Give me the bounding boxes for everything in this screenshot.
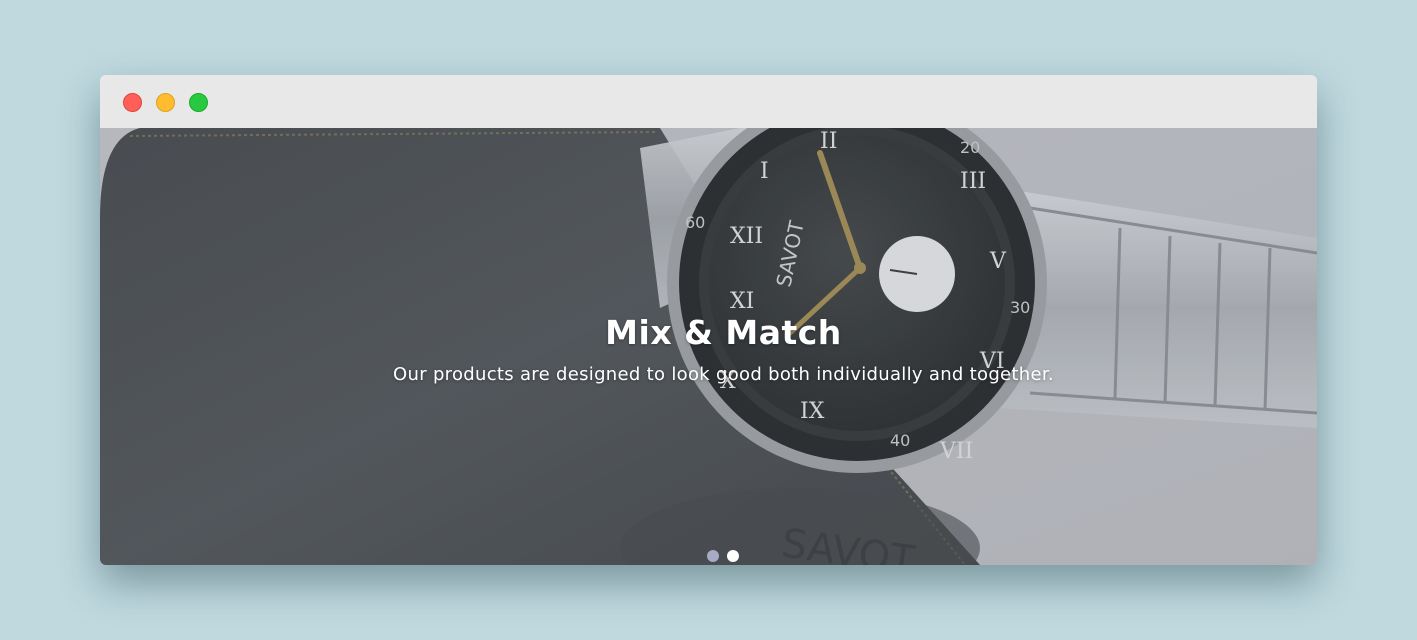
carousel-indicator-2-active[interactable] [727, 550, 739, 562]
close-window-button[interactable] [123, 93, 142, 112]
hero-carousel: SAVOT II III V VI VII IX X XI XII I 60 3… [100, 128, 1317, 565]
window-titlebar [100, 75, 1317, 128]
zoom-window-button[interactable] [189, 93, 208, 112]
carousel-indicator-1[interactable] [707, 550, 719, 562]
hero-caption: Mix & Match Our products are designed to… [100, 313, 1317, 385]
hero-subtitle: Our products are designed to look good b… [393, 364, 1054, 385]
browser-window: SAVOT II III V VI VII IX X XI XII I 60 3… [100, 75, 1317, 565]
minimize-window-button[interactable] [156, 93, 175, 112]
hero-title: Mix & Match [605, 313, 842, 352]
